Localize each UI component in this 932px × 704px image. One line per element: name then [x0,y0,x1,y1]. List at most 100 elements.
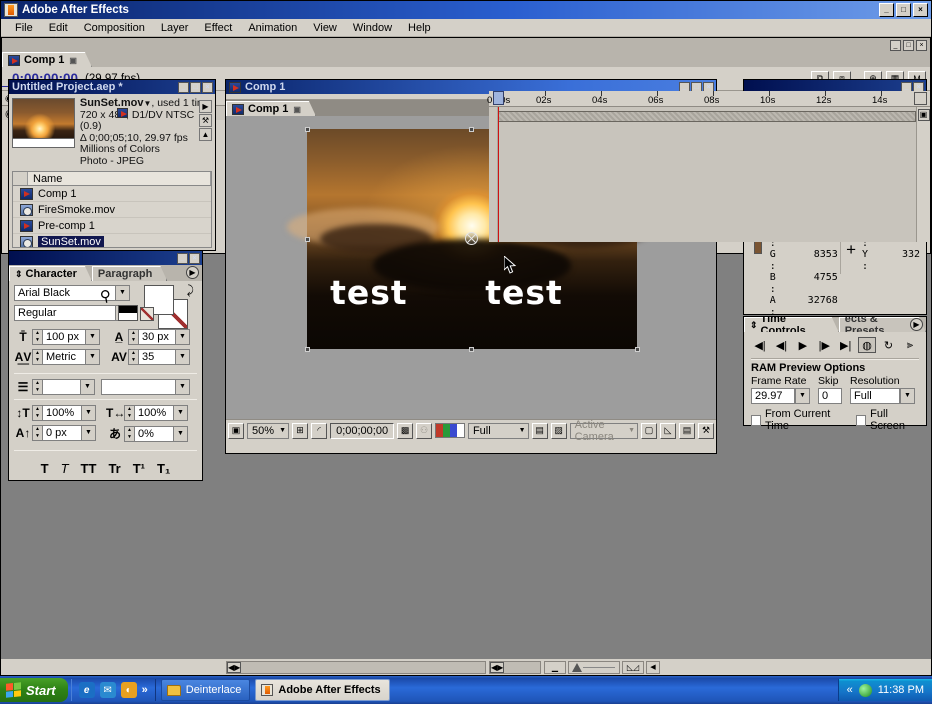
layer-panel-hscrollbar[interactable]: ◀▶ [226,660,486,674]
magnification-select[interactable]: 50% ▼ [247,422,290,439]
small-caps-button[interactable]: Tr [108,461,120,476]
tsume-stepper[interactable]: ▲ ▼ [124,425,135,442]
from-current-time-checkbox[interactable]: From Current Time [751,408,846,432]
font-family-dropdown-icon[interactable]: ▼ [115,285,130,301]
internet-explorer-icon[interactable]: e [78,682,95,698]
timeline-graph[interactable]: ▣ [489,91,930,242]
tsume-field[interactable]: 0% [135,425,173,442]
leading-dropdown-icon[interactable]: ▼ [175,329,190,345]
horizontal-scale-dropdown-icon[interactable]: ▼ [173,405,188,421]
menu-bar[interactable]: File Edit Composition Layer Effect Anima… [1,19,931,37]
timeline-maximize-button[interactable]: □ [903,39,914,51]
transparency-grid-icon[interactable]: ▨ [550,422,567,439]
character-tabs[interactable]: ⇕ Character Paragraph ▶ [9,265,202,281]
loop-button[interactable]: ↻ [880,337,898,353]
leading-field[interactable]: 30 px [139,329,175,345]
frame-rate-field[interactable]: 29.97 [751,388,795,404]
tab-comp-1[interactable]: Comp 1 ▣ [226,101,316,116]
swap-colors-icon[interactable]: ⤸ [187,283,194,298]
volume-icon[interactable] [858,683,872,697]
scroll-grip[interactable]: ◀▶ [227,661,241,673]
tray-expand-icon[interactable]: « [847,684,853,696]
kerning-row[interactable]: A͟V ▲ ▼ Metric ▼ [14,349,100,365]
bold-button[interactable]: T [41,461,49,476]
kerning-field[interactable]: Metric [43,349,85,365]
project-maximize-button[interactable]: □ [190,81,201,93]
zoom-in-timeline-icon[interactable]: ◺◿ [622,660,644,674]
skip-field[interactable]: 0 [818,388,842,404]
font-size-field[interactable]: 100 px [43,329,85,345]
text-layer-2[interactable]: test [485,276,563,309]
tab-character[interactable]: ⇕ Character [9,266,92,281]
timeline-hscrollbar[interactable]: ◀▶ [489,660,541,674]
tracking-dropdown-icon[interactable]: ▼ [175,349,190,365]
menu-help[interactable]: Help [400,21,439,35]
menu-animation[interactable]: Animation [240,21,305,35]
ram-resolution-dropdown-icon[interactable]: ▼ [900,388,915,404]
project-minimize-button[interactable]: _ [178,81,189,93]
kerning-stepper[interactable]: ▲ ▼ [32,349,43,365]
superscript-button[interactable]: T¹ [133,461,145,476]
interpret-footage-icon[interactable]: ⚒ [199,114,212,127]
outlook-express-icon[interactable]: ✉ [99,682,116,698]
vertical-scale-field[interactable]: 100% [43,405,81,421]
font-size-row[interactable]: T̄ ▲ ▼ 100 px ▼ [14,329,100,345]
project-column-header[interactable]: Name [12,171,212,186]
app-close-button[interactable]: × [913,3,928,17]
subscript-button[interactable]: T₁ [157,461,170,476]
leading-row[interactable]: A̲ ▲ ▼ 30 px ▼ [110,329,190,345]
timeline-zoom-slider[interactable] [568,660,620,674]
color-swatches[interactable]: ⚲ ⤸ [99,283,194,329]
media-player-icon[interactable]: ◐ [120,682,137,698]
menu-file[interactable]: File [7,21,41,35]
resolution-select[interactable]: Full ▼ [467,422,529,439]
app-minimize-button[interactable]: _ [879,3,894,17]
first-frame-button[interactable]: ◀| [751,337,769,353]
baseline-shift-row[interactable]: A↑ ▲ ▼ 0 px ▼ [14,425,96,441]
list-item[interactable]: Comp 1 [13,186,211,202]
timeline-tabs[interactable]: Comp 1 ▣ [2,52,930,67]
selection-handle[interactable] [635,347,640,352]
font-family-row[interactable]: Arial Black ▼ [14,285,130,301]
full-screen-checkbox[interactable]: Full Screen [856,408,919,432]
last-frame-button[interactable]: ▶| [837,337,855,353]
stroke-width-field[interactable] [43,379,80,395]
vertical-scale-stepper[interactable]: ▲ ▼ [32,405,43,421]
no-color-icon[interactable] [140,307,154,321]
font-style-field[interactable]: Regular [14,305,115,321]
tsume-dropdown-icon[interactable]: ▼ [173,425,188,442]
stroke-width-dropdown-icon[interactable]: ▼ [80,379,95,395]
app-maximize-button[interactable]: □ [896,3,911,17]
all-caps-button[interactable]: TT [81,461,97,476]
mask-visibility-icon[interactable]: ◜ [311,422,328,439]
timeline-ruler[interactable]: 0:00s 02s 04s 06s 08s 10s 12s 14s [487,91,930,107]
taskbar-clock[interactable]: 11:38 PM [878,684,924,696]
app-window-buttons[interactable]: _ □ × [879,3,931,17]
show-snapshot-icon[interactable]: ⚇ [416,422,433,439]
tracking-row[interactable]: AV ▲ ▼ 35 ▼ [110,349,190,365]
leading-stepper[interactable]: ▲ ▼ [128,329,139,345]
more-chevrons-icon[interactable]: » [142,684,148,696]
list-item[interactable]: Pre-comp 1 [13,218,211,234]
tracking-stepper[interactable]: ▲ ▼ [128,349,139,365]
play-button[interactable]: ▶ [794,337,812,353]
timeline-minimize-button[interactable]: _ [890,39,901,51]
selection-handle[interactable] [305,237,310,242]
project-col-name[interactable]: Name [28,172,211,185]
character-close-button[interactable]: × [189,252,200,264]
stroke-style-dropdown-icon[interactable]: ▼ [175,379,190,395]
horizontal-scale-stepper[interactable]: ▲ ▼ [124,405,135,421]
italic-button[interactable]: T [61,461,69,476]
pixel-aspect-icon[interactable]: ◺ [660,422,676,439]
default-colors-icon[interactable] [118,305,138,321]
selection-handle[interactable] [305,127,310,132]
channel-select-icon[interactable] [435,423,465,438]
tab-paragraph[interactable]: Paragraph [92,266,167,281]
timeline-link-icon[interactable]: ▤ [679,422,695,439]
previous-frame-button[interactable]: ◀| [772,337,790,353]
selection-handle[interactable] [305,347,310,352]
timeline-close-button[interactable]: × [916,39,927,51]
next-frame-button[interactable]: |▶ [815,337,833,353]
menu-view[interactable]: View [305,21,345,35]
ram-preview-button[interactable]: ⫸ [901,337,919,353]
